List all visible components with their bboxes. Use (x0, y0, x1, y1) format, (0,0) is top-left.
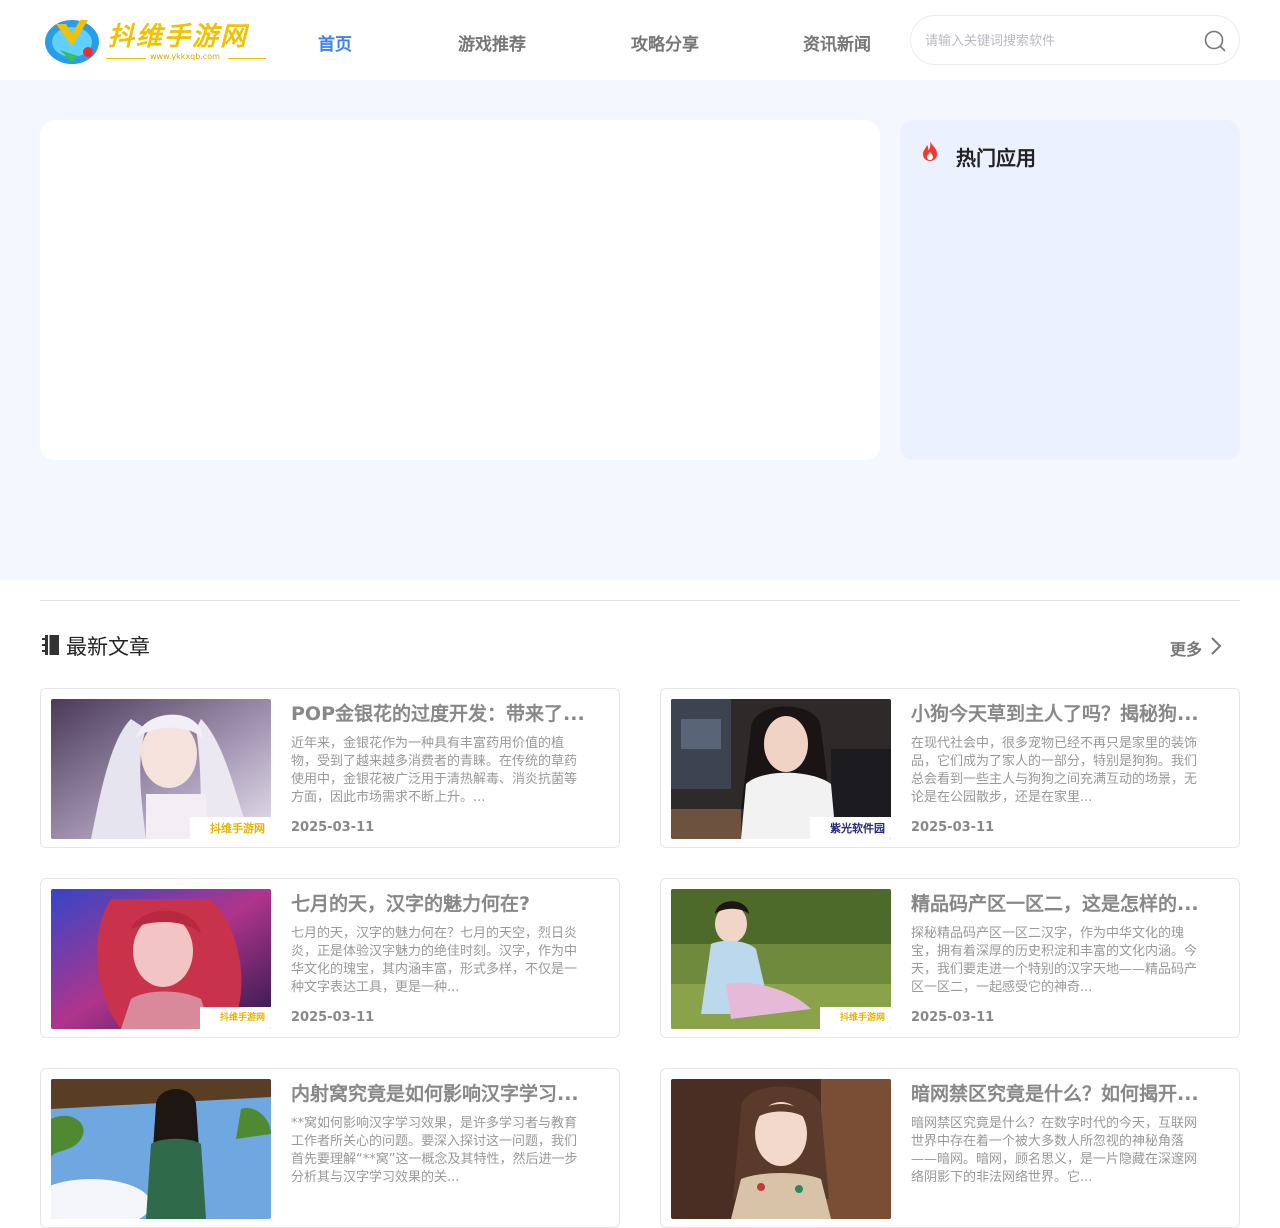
more-link[interactable]: 更多 (1170, 636, 1202, 660)
thumbnail-watermark: 抖维手游网 (190, 817, 271, 839)
article-thumbnail[interactable]: 紫光软件园 (671, 699, 891, 839)
article-date: 2025-03-11 (291, 820, 375, 835)
section-divider (40, 600, 1240, 601)
nav-news[interactable]: 资讯新闻 (803, 30, 871, 55)
hot-apps-panel: 热门应用 (900, 120, 1240, 460)
article-summary: 暗网禁区究竟是什么？在数字时代的今天，互联网世界中存在着一个被大多数人所忽视的神… (911, 1116, 1198, 1185)
article-title[interactable]: 七月的天，汉字的魅力何在? (291, 889, 591, 916)
nav-home[interactable]: 首页 (318, 30, 352, 55)
article-thumbnail[interactable]: 抖维手游网 (51, 889, 271, 1029)
logo-rule-left (106, 58, 146, 59)
article-card[interactable]: 抖维手游网 七月的天，汉字的魅力何在? 七月的天，汉字的魅力何在？七月的天空，烈… (40, 878, 620, 1038)
thumbnail-watermark: 抖维手游网 (199, 1007, 271, 1029)
logo-url: www.ykkxqb.com (150, 52, 220, 61)
article-date: 2025-03-11 (911, 820, 995, 835)
article-thumbnail[interactable]: 抖维手游网 (51, 699, 271, 839)
article-date: 2025-03-11 (291, 1010, 375, 1025)
banner-slider[interactable] (40, 120, 880, 460)
article-date: 2025-03-11 (911, 1010, 995, 1025)
thumbnail-watermark: 紫光软件园 (810, 817, 891, 839)
search-icon[interactable] (1203, 29, 1227, 53)
thumbnail-image (671, 1079, 891, 1219)
article-summary: 近年来，金银花作为一种具有丰富药用价值的植物，受到了越来越多消费者的青睐。在传统… (291, 736, 578, 805)
thumbnail-watermark: 抖维手游网 (819, 1007, 891, 1029)
book-icon (42, 635, 59, 655)
article-summary: 在现代社会中，很多宠物已经不再只是家里的装饰品，它们成为了家人的一部分，特别是狗… (911, 736, 1198, 805)
article-card[interactable]: 抖维手游网 POP金银花的过度开发：带来了... 近年来，金银花作为一种具有丰富… (40, 688, 620, 848)
article-card[interactable]: 紫光软件园 小狗今天草到主人了吗？揭秘狗... 在现代社会中，很多宠物已经不再只… (660, 688, 1240, 848)
article-thumbnail[interactable]: 抖维手游网 (671, 889, 891, 1029)
logo-text: 抖维手游网 (108, 22, 249, 52)
article-card[interactable]: 内射窝究竟是如何影响汉字学习... **窝如何影响汉字学习效果，是许多学习者与教… (40, 1068, 620, 1228)
article-title[interactable]: 小狗今天草到主人了吗？揭秘狗... (911, 699, 1211, 726)
thumbnail-image (51, 1079, 271, 1219)
article-card[interactable]: 抖维手游网 精品码产区一区二，这是怎样的... 探秘精品码产区一区二汉字，作为中… (660, 878, 1240, 1038)
hot-apps-title: 热门应用 (956, 146, 1036, 170)
article-summary: 探秘精品码产区一区二汉字，作为中华文化的瑰宝，拥有着深厚的历史积淀和丰富的文化内… (911, 926, 1198, 995)
fire-icon (923, 141, 937, 161)
article-title[interactable]: 内射窝究竟是如何影响汉字学习... (291, 1079, 591, 1106)
site-logo[interactable]: 抖维手游网 www.ykkxqb.com (42, 12, 268, 66)
section-title: 最新文章 (66, 635, 150, 659)
search-box (910, 15, 1240, 65)
article-title[interactable]: POP金银花的过度开发：带来了... (291, 699, 591, 726)
search-input[interactable] (925, 30, 1195, 52)
article-summary: **窝如何影响汉字学习效果，是许多学习者与教育工作者所关心的问题。要深入探讨这一… (291, 1116, 578, 1185)
logo-icon (45, 20, 99, 64)
nav-game-recommend[interactable]: 游戏推荐 (458, 30, 526, 55)
nav-guides[interactable]: 攻略分享 (631, 30, 699, 55)
chevron-right-icon[interactable] (1208, 636, 1224, 656)
article-title[interactable]: 精品码产区一区二，这是怎样的... (911, 889, 1211, 916)
article-summary: 七月的天，汉字的魅力何在？七月的天空，烈日炎炎，正是体验汉字魅力的绝佳时刻。汉字… (291, 926, 578, 995)
article-thumbnail[interactable] (671, 1079, 891, 1219)
logo-rule-right (228, 58, 266, 59)
article-title[interactable]: 暗网禁区究竟是什么？如何揭开... (911, 1079, 1211, 1106)
article-thumbnail[interactable] (51, 1079, 271, 1219)
header: 抖维手游网 www.ykkxqb.com 首页 游戏推荐 攻略分享 资讯新闻 (0, 0, 1280, 80)
article-card[interactable]: 暗网禁区究竟是什么？如何揭开... 暗网禁区究竟是什么？在数字时代的今天，互联网… (660, 1068, 1240, 1228)
